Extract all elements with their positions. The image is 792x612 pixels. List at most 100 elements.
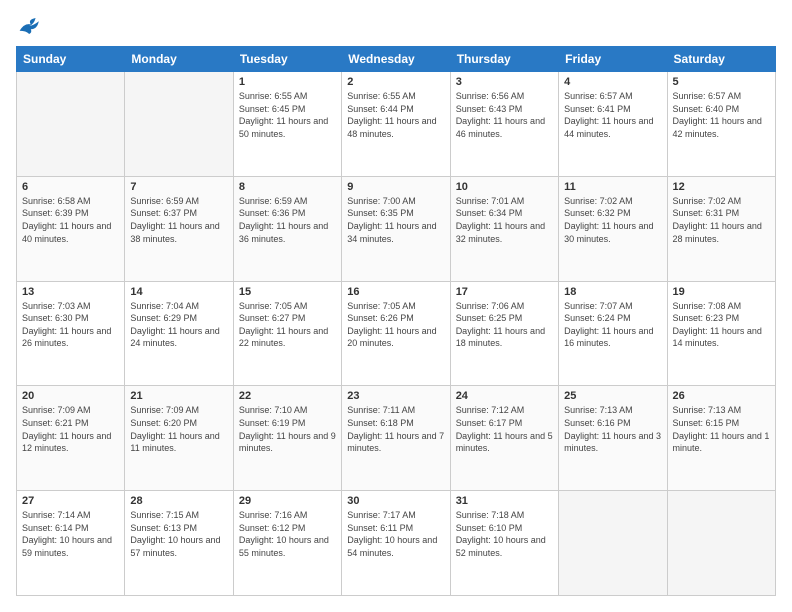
- col-header-saturday: Saturday: [667, 47, 775, 72]
- calendar-cell: 8 Sunrise: 6:59 AMSunset: 6:36 PMDaylight…: [233, 176, 341, 281]
- calendar-cell: 12 Sunrise: 7:02 AMSunset: 6:31 PMDayligh…: [667, 176, 775, 281]
- calendar-cell: 24 Sunrise: 7:12 AMSunset: 6:17 PMDayligh…: [450, 386, 558, 491]
- day-info: Sunrise: 7:00 AMSunset: 6:35 PMDaylight:…: [347, 195, 444, 245]
- calendar-cell: 4 Sunrise: 6:57 AMSunset: 6:41 PMDaylight…: [559, 72, 667, 177]
- day-number: 23: [347, 390, 444, 402]
- day-info: Sunrise: 6:56 AMSunset: 6:43 PMDaylight:…: [456, 90, 553, 140]
- day-number: 26: [673, 390, 770, 402]
- day-info: Sunrise: 7:01 AMSunset: 6:34 PMDaylight:…: [456, 195, 553, 245]
- header-row: SundayMondayTuesdayWednesdayThursdayFrid…: [17, 47, 776, 72]
- day-number: 17: [456, 286, 553, 298]
- day-info: Sunrise: 7:13 AMSunset: 6:15 PMDaylight:…: [673, 404, 770, 454]
- day-info: Sunrise: 7:12 AMSunset: 6:17 PMDaylight:…: [456, 404, 553, 454]
- day-number: 19: [673, 286, 770, 298]
- calendar-cell: [559, 491, 667, 596]
- calendar-cell: 10Sunrise: 7:01 AMSunset: 6:34 PMDayligh…: [450, 176, 558, 281]
- day-info: Sunrise: 7:05 AMSunset: 6:27 PMDaylight:…: [239, 300, 336, 350]
- calendar-cell: 2 Sunrise: 6:55 AMSunset: 6:44 PMDaylight…: [342, 72, 450, 177]
- calendar-cell: 7 Sunrise: 6:59 AMSunset: 6:37 PMDaylight…: [125, 176, 233, 281]
- day-info: Sunrise: 6:57 AMSunset: 6:40 PMDaylight:…: [673, 90, 770, 140]
- calendar-cell: 27 Sunrise: 7:14 AMSunset: 6:14 PMDayligh…: [17, 491, 125, 596]
- calendar-table: SundayMondayTuesdayWednesdayThursdayFrid…: [16, 46, 776, 596]
- col-header-sunday: Sunday: [17, 47, 125, 72]
- calendar-cell: 13 Sunrise: 7:03 AMSunset: 6:30 PMDayligh…: [17, 281, 125, 386]
- day-info: Sunrise: 7:13 AMSunset: 6:16 PMDaylight:…: [564, 404, 661, 454]
- day-number: 6: [22, 181, 119, 193]
- day-info: Sunrise: 7:08 AMSunset: 6:23 PMDaylight:…: [673, 300, 770, 350]
- day-number: 20: [22, 390, 119, 402]
- page: SundayMondayTuesdayWednesdayThursdayFrid…: [0, 0, 792, 612]
- day-info: Sunrise: 7:18 AMSunset: 6:10 PMDaylight:…: [456, 509, 553, 559]
- calendar-cell: 6 Sunrise: 6:58 AMSunset: 6:39 PMDaylight…: [17, 176, 125, 281]
- day-number: 13: [22, 286, 119, 298]
- calendar-cell: 26 Sunrise: 7:13 AMSunset: 6:15 PMDayligh…: [667, 386, 775, 491]
- day-info: Sunrise: 7:17 AMSunset: 6:11 PMDaylight:…: [347, 509, 444, 559]
- week-row: 20 Sunrise: 7:09 AMSunset: 6:21 PMDayligh…: [17, 386, 776, 491]
- day-number: 9: [347, 181, 444, 193]
- day-info: Sunrise: 7:11 AMSunset: 6:18 PMDaylight:…: [347, 404, 444, 454]
- calendar-cell: 3 Sunrise: 6:56 AMSunset: 6:43 PMDaylight…: [450, 72, 558, 177]
- day-number: 3: [456, 76, 553, 88]
- day-info: Sunrise: 6:57 AMSunset: 6:41 PMDaylight:…: [564, 90, 661, 140]
- calendar-cell: 9 Sunrise: 7:00 AMSunset: 6:35 PMDaylight…: [342, 176, 450, 281]
- day-info: Sunrise: 7:02 AMSunset: 6:32 PMDaylight:…: [564, 195, 661, 245]
- day-number: 28: [130, 495, 227, 507]
- calendar-cell: 15 Sunrise: 7:05 AMSunset: 6:27 PMDayligh…: [233, 281, 341, 386]
- col-header-tuesday: Tuesday: [233, 47, 341, 72]
- logo: [16, 16, 42, 36]
- day-number: 31: [456, 495, 553, 507]
- day-number: 8: [239, 181, 336, 193]
- col-header-wednesday: Wednesday: [342, 47, 450, 72]
- header: [16, 16, 776, 36]
- day-number: 30: [347, 495, 444, 507]
- day-info: Sunrise: 6:59 AMSunset: 6:37 PMDaylight:…: [130, 195, 227, 245]
- day-info: Sunrise: 7:10 AMSunset: 6:19 PMDaylight:…: [239, 404, 336, 454]
- day-info: Sunrise: 7:03 AMSunset: 6:30 PMDaylight:…: [22, 300, 119, 350]
- day-number: 11: [564, 181, 661, 193]
- calendar-cell: 19 Sunrise: 7:08 AMSunset: 6:23 PMDayligh…: [667, 281, 775, 386]
- col-header-monday: Monday: [125, 47, 233, 72]
- week-row: 6 Sunrise: 6:58 AMSunset: 6:39 PMDaylight…: [17, 176, 776, 281]
- day-info: Sunrise: 6:55 AMSunset: 6:44 PMDaylight:…: [347, 90, 444, 140]
- day-number: 15: [239, 286, 336, 298]
- calendar-cell: [667, 491, 775, 596]
- day-number: 14: [130, 286, 227, 298]
- logo-bird-icon: [18, 16, 42, 36]
- day-info: Sunrise: 7:15 AMSunset: 6:13 PMDaylight:…: [130, 509, 227, 559]
- calendar-cell: 18Sunrise: 7:07 AMSunset: 6:24 PMDayligh…: [559, 281, 667, 386]
- day-number: 18: [564, 286, 661, 298]
- day-number: 2: [347, 76, 444, 88]
- day-number: 12: [673, 181, 770, 193]
- day-number: 1: [239, 76, 336, 88]
- day-info: Sunrise: 7:09 AMSunset: 6:20 PMDaylight:…: [130, 404, 227, 454]
- day-number: 5: [673, 76, 770, 88]
- calendar-cell: 31 Sunrise: 7:18 AMSunset: 6:10 PMDayligh…: [450, 491, 558, 596]
- day-number: 24: [456, 390, 553, 402]
- day-number: 25: [564, 390, 661, 402]
- calendar-cell: 21 Sunrise: 7:09 AMSunset: 6:20 PMDayligh…: [125, 386, 233, 491]
- calendar-cell: 22Sunrise: 7:10 AMSunset: 6:19 PMDayligh…: [233, 386, 341, 491]
- calendar-cell: 30 Sunrise: 7:17 AMSunset: 6:11 PMDayligh…: [342, 491, 450, 596]
- week-row: 13 Sunrise: 7:03 AMSunset: 6:30 PMDayligh…: [17, 281, 776, 386]
- day-info: Sunrise: 7:09 AMSunset: 6:21 PMDaylight:…: [22, 404, 119, 454]
- day-number: 27: [22, 495, 119, 507]
- col-header-thursday: Thursday: [450, 47, 558, 72]
- day-info: Sunrise: 6:59 AMSunset: 6:36 PMDaylight:…: [239, 195, 336, 245]
- day-info: Sunrise: 6:58 AMSunset: 6:39 PMDaylight:…: [22, 195, 119, 245]
- calendar-cell: 28 Sunrise: 7:15 AMSunset: 6:13 PMDayligh…: [125, 491, 233, 596]
- day-info: Sunrise: 7:04 AMSunset: 6:29 PMDaylight:…: [130, 300, 227, 350]
- day-number: 16: [347, 286, 444, 298]
- week-row: 27 Sunrise: 7:14 AMSunset: 6:14 PMDayligh…: [17, 491, 776, 596]
- day-number: 4: [564, 76, 661, 88]
- col-header-friday: Friday: [559, 47, 667, 72]
- day-number: 7: [130, 181, 227, 193]
- day-number: 29: [239, 495, 336, 507]
- calendar-cell: 17Sunrise: 7:06 AMSunset: 6:25 PMDayligh…: [450, 281, 558, 386]
- day-info: Sunrise: 7:05 AMSunset: 6:26 PMDaylight:…: [347, 300, 444, 350]
- day-info: Sunrise: 7:02 AMSunset: 6:31 PMDaylight:…: [673, 195, 770, 245]
- week-row: 1Sunrise: 6:55 AMSunset: 6:45 PMDaylight…: [17, 72, 776, 177]
- calendar-cell: 25 Sunrise: 7:13 AMSunset: 6:16 PMDayligh…: [559, 386, 667, 491]
- day-info: Sunrise: 7:14 AMSunset: 6:14 PMDaylight:…: [22, 509, 119, 559]
- day-info: Sunrise: 7:16 AMSunset: 6:12 PMDaylight:…: [239, 509, 336, 559]
- day-number: 21: [130, 390, 227, 402]
